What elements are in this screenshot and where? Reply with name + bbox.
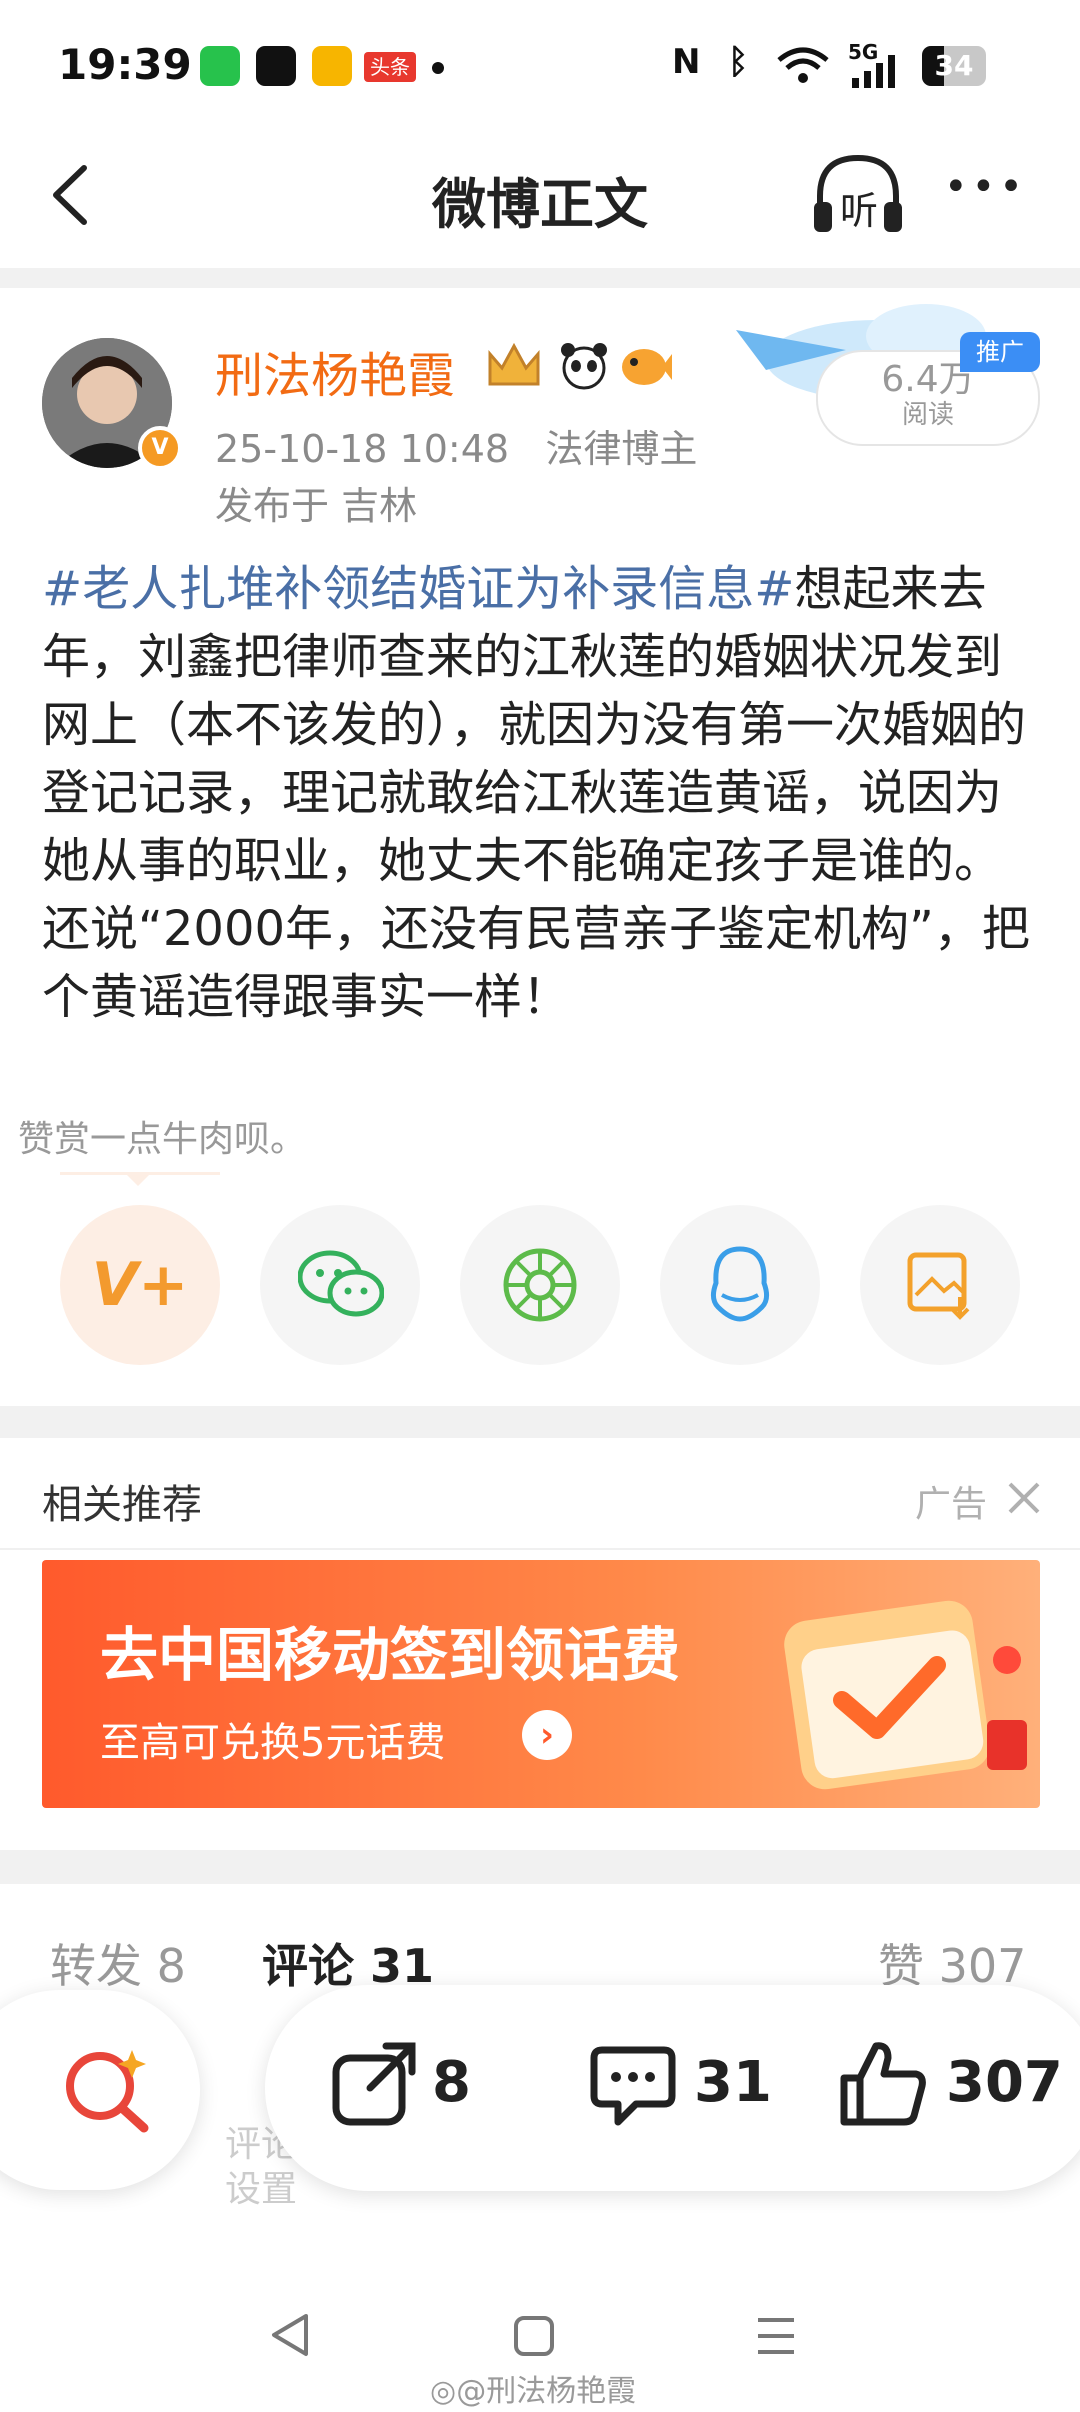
listen-label: 听 [839, 189, 878, 233]
nfc-icon: N [672, 42, 701, 82]
comment-bubble-icon [590, 2046, 676, 2126]
watermark: ◎@刑法杨艳霞 [430, 2366, 636, 2410]
reward-tip: 赞赏一点牛肉呗。 [18, 1119, 307, 1160]
signal-icon [852, 55, 895, 88]
divider [0, 268, 1080, 288]
close-icon [1008, 1482, 1040, 1514]
comment-settings-sublabel: 设置 [225, 2169, 298, 2210]
ad-label: 广告 [915, 1484, 988, 1525]
listen-button[interactable]: 听 [810, 150, 906, 240]
banner-subtitle: 至高可兑换5元话费 [100, 1720, 446, 1766]
like-count: 307 [946, 2050, 1063, 2115]
post-date: 25-10-18 10:48 [215, 427, 510, 471]
menu-lines-icon [758, 2318, 794, 2354]
share-wechat-button[interactable] [260, 1205, 420, 1365]
tip-pointer [124, 1172, 152, 1186]
page-title: 微博正文 [432, 173, 648, 236]
wifi-icon [777, 47, 829, 83]
vplus-reward-button[interactable]: V+ [60, 1205, 220, 1365]
share-qq-button[interactable] [660, 1205, 820, 1365]
battery-icon: 34 [922, 46, 986, 86]
system-home-button[interactable] [512, 2314, 556, 2358]
post-hashtag[interactable]: #老人扎堆补领结婚证为补录信息# [42, 561, 794, 617]
ad-banner[interactable]: 去中国移动签到领话费 至高可兑换5元话费 › [42, 1560, 1040, 1808]
triangle-back-icon [272, 2314, 308, 2356]
bluetooth-icon: ᛒ [728, 42, 749, 82]
crown-badge-icon[interactable] [484, 340, 544, 392]
more-notifications-dot [432, 62, 444, 74]
more-button[interactable]: ••• [944, 164, 1027, 210]
post-meta: 25-10-18 10:48 法律博主 [215, 418, 697, 473]
system-back-button[interactable] [268, 2310, 312, 2360]
watermark-text: @刑法杨艳霞 [456, 2374, 637, 2409]
search-button[interactable] [0, 1990, 200, 2190]
tiktok-notification-icon [256, 46, 296, 86]
divider [0, 1406, 1080, 1438]
moments-icon [503, 1248, 577, 1322]
save-image-button[interactable] [860, 1205, 1020, 1365]
wechat-icon [298, 1250, 384, 1317]
like-button[interactable] [838, 2038, 928, 2128]
comment-count: 31 [694, 2050, 772, 2115]
wechat-notification-icon [200, 46, 240, 86]
repost-count: 8 [432, 2050, 471, 2115]
fish-badge-icon[interactable] [616, 342, 672, 392]
recommend-title: 相关推荐 [42, 1482, 202, 1528]
author-role: 法律博主 [545, 427, 698, 471]
divider [0, 1548, 1080, 1550]
author-name[interactable]: 刑法杨艳霞 [215, 336, 455, 406]
divider [0, 1850, 1080, 1884]
read-label: 阅读 [901, 400, 954, 430]
save-image-icon [907, 1252, 970, 1320]
thumbs-up-icon [840, 2042, 926, 2126]
toutiao-notification-icon: 头条 [364, 52, 416, 82]
square-home-icon [514, 2316, 554, 2356]
tab-repost[interactable]: 转发 8 [50, 1930, 186, 1996]
banner-title: 去中国移动签到领话费 [100, 1621, 681, 1689]
vplus-icon: V+ [91, 1250, 189, 1320]
post-text: 想起来去年，刘鑫把律师查来的江秋莲的婚姻状况发到网上（本不该发的），就因为没有第… [42, 561, 1030, 1025]
system-menu-button[interactable] [754, 2314, 798, 2358]
status-bar: 19:39 头条 N ᛒ 5G 34 [0, 0, 1080, 130]
share-arrow-icon [332, 2042, 416, 2126]
qq-icon [710, 1246, 770, 1322]
post-location: 发布于 吉林 [215, 484, 418, 528]
status-time: 19:39 [58, 40, 192, 89]
post-body: #老人扎堆补领结婚证为补录信息#想起来去年，刘鑫把律师查来的江秋莲的婚姻状况发到… [42, 555, 1042, 1031]
calendar-check-icon [784, 1600, 1027, 1790]
search-icon [66, 2050, 149, 2133]
verified-badge-icon: V [138, 426, 182, 470]
promo-badge[interactable]: 推广 [960, 332, 1040, 372]
comment-button[interactable] [588, 2042, 678, 2132]
weibo-logo-icon: ◎ [430, 2374, 457, 2409]
close-ad-button[interactable] [1004, 1472, 1044, 1522]
share-moments-button[interactable] [460, 1205, 620, 1365]
weibo-notification-icon [312, 46, 352, 86]
banner-arrow-icon: › [522, 1710, 572, 1760]
repost-button[interactable] [330, 2040, 418, 2128]
panda-badge-icon[interactable] [556, 340, 612, 392]
battery-level: 34 [934, 49, 974, 82]
